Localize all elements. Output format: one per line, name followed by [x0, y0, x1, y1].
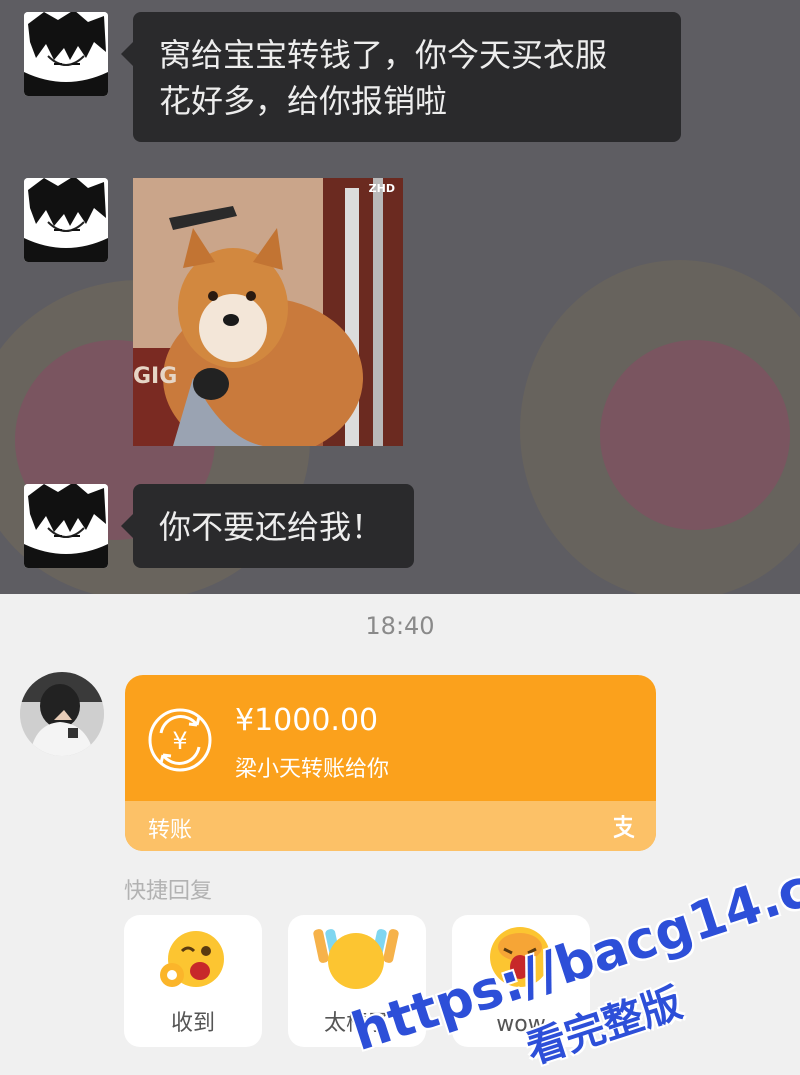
chat-history-panel: 窝给宝宝转钱了，你今天买衣服 花好多，给你报销啦 ZHD GIG 你不要还给我！ [0, 0, 800, 594]
svg-text:¥: ¥ [172, 727, 187, 755]
transfer-footer-label: 转账 [148, 818, 193, 843]
message-timestamp: 18:40 [365, 612, 435, 640]
transfer-footer: 转账 [125, 801, 656, 851]
transfer-yen-icon: ¥ [148, 708, 212, 772]
message-bubble[interactable]: 你不要还给我！ [121, 484, 414, 568]
quick-reply-label: 快捷回复 [124, 879, 213, 904]
message-bubble[interactable]: 窝给宝宝转钱了，你今天买衣服 花好多，给你报销啦 [121, 12, 681, 142]
shiba-dog-photo[interactable]: ZHD GIG [133, 178, 403, 446]
avatar[interactable] [24, 484, 108, 568]
message-text: 你不要还给我！ [159, 508, 384, 546]
transfer-description: 梁小天转账给你 [235, 757, 390, 782]
cheering-emoji-icon [313, 929, 399, 989]
quick-reply-received[interactable]: 收到 [124, 915, 262, 1047]
message-text: 窝给宝宝转钱了，你今天买衣服 [159, 36, 608, 74]
shiba-dog-image [133, 178, 403, 446]
message-text: 花好多，给你报销啦 [159, 82, 448, 120]
avatar[interactable] [24, 178, 108, 262]
ok-wink-emoji-icon [160, 931, 224, 987]
anime-boy-avatar-icon [24, 178, 108, 262]
background-blob [600, 340, 790, 530]
transfer-amount: ¥1000.00 [235, 703, 379, 738]
user-photo-avatar-icon [20, 672, 104, 756]
photo-box-text: GIG [133, 364, 178, 389]
avatar[interactable] [20, 672, 104, 756]
transfer-card[interactable]: ¥ ¥1000.00 梁小天转账给你 转账 [125, 675, 656, 851]
anime-boy-avatar-icon [24, 484, 108, 568]
alipay-icon [613, 815, 635, 839]
quick-reply-text: 收到 [170, 1011, 215, 1036]
photo-tag: ZHD [368, 182, 395, 195]
avatar[interactable] [24, 12, 108, 96]
anime-boy-avatar-icon [24, 12, 108, 96]
